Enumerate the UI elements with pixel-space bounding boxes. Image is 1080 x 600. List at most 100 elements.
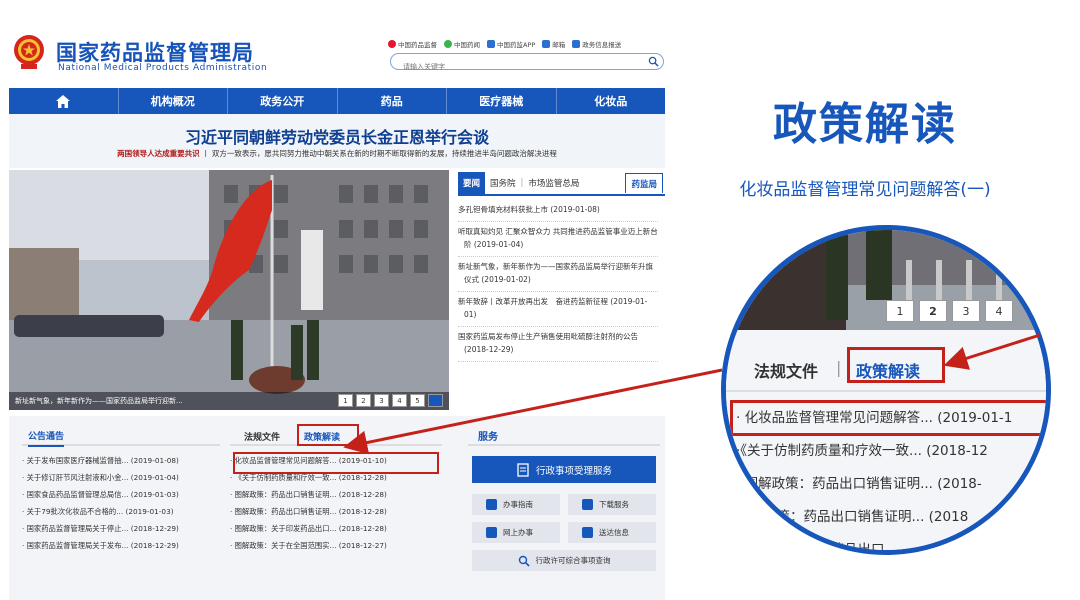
- list-item[interactable]: 图解政策：药品出口销售证明... (2018: [736, 501, 1046, 534]
- news-item[interactable]: 新址新气象，新年新作为——国家药品监局举行迎新年升旗仪式 (2019-01-02…: [458, 257, 658, 292]
- zoomed-tab-separator: |: [836, 358, 842, 377]
- download-button[interactable]: 下载服务: [568, 494, 656, 515]
- policy-header: 法规文件 政策解读: [230, 424, 442, 446]
- headline-summary-bold: 两国领导人达成重要共识: [117, 149, 200, 158]
- zoomed-page-3[interactable]: 3: [952, 300, 980, 322]
- tab-market-regulation[interactable]: 市场监管总局: [523, 173, 584, 193]
- quick-link[interactable]: 邮箱: [542, 39, 565, 49]
- list-item[interactable]: · 图解政策：药品出口销售证明... (2018-12-28): [230, 486, 442, 503]
- list-item[interactable]: ·《关于仿制药质量和疗效一致... (2018-12: [736, 435, 1046, 468]
- zoomed-page-1[interactable]: 1: [886, 300, 914, 322]
- nav-item-cosmetics[interactable]: 化妆品: [557, 88, 666, 114]
- list-item[interactable]: · 图解政策：药品出口销售证明... (2018-12-28): [230, 503, 442, 520]
- list-item[interactable]: · 关于79批次化妆品不合格的... (2019-01-03): [22, 503, 220, 520]
- slider-active-marker[interactable]: [428, 394, 443, 407]
- list-item[interactable]: · 关于发布国家医疗器械监督抽... (2019-01-08): [22, 452, 220, 469]
- photo-slider[interactable]: 新址新气象，新年新作为——国家药品监局举行迎新... 1 2 3 4 5: [9, 170, 449, 410]
- headline-summary: 两国领导人达成重要共识 丨 双方一致表示，愿共同努力推动中朝关系在新的时期不断取…: [9, 148, 665, 159]
- list-item[interactable]: · 国家药品监督管理局关于发布... (2018-12-29): [22, 537, 220, 554]
- main-nav: 机构概况 政务公开 药品 医疗器械 化妆品: [9, 88, 665, 114]
- callout-title: 政策解读: [773, 99, 957, 150]
- mobile-icon: [487, 40, 495, 48]
- nav-item-medical-devices[interactable]: 医疗器械: [447, 88, 557, 114]
- admin-service-button[interactable]: 行政事项受理服务: [472, 456, 656, 483]
- list-icon: [582, 527, 593, 538]
- search-icon[interactable]: [648, 56, 659, 67]
- quick-link[interactable]: 中国药闻: [444, 39, 480, 49]
- news-item[interactable]: 国家药监局发布停止生产销售使用吡硫醇注射剂的公告 (2018-12-29): [458, 327, 658, 362]
- home-icon: [56, 94, 71, 108]
- item-highlight-box: [233, 452, 439, 474]
- slider-page-4[interactable]: 4: [392, 394, 407, 407]
- document-icon: [517, 462, 529, 477]
- zoomed-tab-highlight-box: [847, 347, 945, 383]
- service-title[interactable]: 服务: [478, 428, 498, 443]
- admin-service-label: 行政事项受理服务: [535, 465, 612, 477]
- news-item[interactable]: 听取真知灼见 汇聚众智众力 共同推进药品监管事业迈上新台阶 (2019-01-0…: [458, 222, 658, 257]
- nav-home[interactable]: [9, 88, 119, 114]
- tab-nmpa[interactable]: 药监局: [625, 173, 663, 193]
- zoomed-divider: [726, 390, 1046, 392]
- slider-caption[interactable]: 新址新气象，新年新作为——国家药品监局举行迎新...: [15, 396, 183, 406]
- quick-link[interactable]: 中国药品监督: [388, 39, 437, 49]
- list-item[interactable]: 政策：关于印发药品出口: [736, 534, 1046, 550]
- search-input[interactable]: [391, 59, 631, 75]
- zoomed-page-2[interactable]: 2: [919, 300, 947, 322]
- policy-column: 法规文件 政策解读 · 化妆品监督管理常见问题解答... (2019-01-10…: [230, 424, 442, 554]
- zoomed-pager: 1 2 3 4: [886, 300, 1013, 322]
- list-item[interactable]: · 关于修订肝节风注射液和小金... (2019-01-04): [22, 469, 220, 486]
- service-column: 服务 行政事项受理服务 办事指南 下载服务 网上办事 送达信息 行政许可综合事项…: [468, 424, 660, 571]
- guide-button[interactable]: 办事指南: [472, 494, 560, 515]
- search-box: [390, 53, 664, 75]
- computer-icon: [486, 527, 497, 538]
- wechat-icon: [444, 40, 452, 48]
- quick-link[interactable]: 政务信息报送: [572, 39, 621, 49]
- tab-notices[interactable]: 公告通告: [28, 429, 65, 447]
- weibo-icon: [388, 40, 396, 48]
- quick-links: 中国药品监督 中国药闻 中国药监APP 邮箱 政务信息报送: [388, 39, 621, 49]
- tab-state-council[interactable]: 国务院: [485, 173, 521, 193]
- website-screenshot: 国家药品监督管理局 National Medical Products Admi…: [0, 0, 670, 600]
- guide-icon: [486, 499, 497, 510]
- nav-item-government-affairs[interactable]: 政务公开: [228, 88, 338, 114]
- notice-header: 公告通告: [22, 424, 220, 447]
- list-item[interactable]: · 图解政策：药品出口销售证明... (2018-: [736, 468, 1046, 501]
- tab-regulations[interactable]: 法规文件: [244, 430, 280, 443]
- slider-page-2[interactable]: 2: [356, 394, 371, 407]
- list-item[interactable]: · 图解政策：关于印发药品出口... (2018-12-28): [230, 520, 442, 537]
- callout-subtitle: 化妆品监督管理常见问题解答(一): [739, 180, 991, 200]
- headline-summary-rest: 丨 双方一致表示，愿共同努力推动中朝关系在新的时期不断取得新的发展，持续推进半岛…: [202, 149, 557, 158]
- notice-list: · 关于发布国家医疗器械监督抽... (2019-01-08) · 关于修订肝节…: [22, 452, 220, 554]
- tab-top-news[interactable]: 要闻: [458, 172, 486, 194]
- flag-raising-photo: [9, 170, 449, 410]
- mail-icon: [542, 40, 551, 48]
- national-emblem-icon: [14, 35, 44, 69]
- news-item[interactable]: 新年致辞丨改革开放再出发 奋进药监新征程 (2019-01-01): [458, 292, 658, 327]
- zoomed-page-4[interactable]: 4: [985, 300, 1013, 322]
- nav-item-organization[interactable]: 机构概况: [119, 88, 228, 114]
- zoomed-item-highlight-box: [730, 400, 1046, 436]
- site-subtitle: National Medical Products Administration: [58, 63, 268, 73]
- slider-caption-bar: 新址新气象，新年新作为——国家药品监局举行迎新... 1 2 3 4 5: [9, 392, 449, 410]
- site-header: 国家药品监督管理局 National Medical Products Admi…: [0, 0, 670, 86]
- zoomed-tab-regulations[interactable]: 法规文件: [754, 358, 818, 382]
- magnifier-icon: [518, 555, 530, 567]
- slider-page-1[interactable]: 1: [338, 394, 353, 407]
- headline-title[interactable]: 习近平同朝鲜劳动党委员长金正恩举行会谈: [9, 124, 665, 148]
- news-item[interactable]: 多孔钽骨填充材料获批上市 (2019-01-08): [458, 200, 658, 222]
- online-service-button[interactable]: 网上办事: [472, 522, 560, 543]
- delivery-info-button[interactable]: 送达信息: [568, 522, 656, 543]
- slider-page-5[interactable]: 5: [410, 394, 425, 407]
- quick-link[interactable]: 中国药监APP: [487, 39, 535, 49]
- slider-pager: 1 2 3 4 5: [338, 394, 443, 407]
- service-header: 服务: [468, 424, 660, 446]
- list-item[interactable]: · 国家食品药品监督管理总局信... (2019-01-03): [22, 486, 220, 503]
- nav-item-drugs[interactable]: 药品: [338, 88, 447, 114]
- list-item[interactable]: · 国家药品监督管理局关于停止... (2018-12-29): [22, 520, 220, 537]
- license-query-button[interactable]: 行政许可综合事项查询: [472, 550, 656, 571]
- report-icon: [572, 40, 581, 48]
- news-tabs: 要闻 国务院 | 市场监管总局 药监局: [458, 172, 665, 196]
- list-item[interactable]: · 图解政策：关于在全国范围实... (2018-12-27): [230, 537, 442, 554]
- slider-page-3[interactable]: 3: [374, 394, 389, 407]
- notice-column: 公告通告 · 关于发布国家医疗器械监督抽... (2019-01-08) · 关…: [22, 424, 220, 554]
